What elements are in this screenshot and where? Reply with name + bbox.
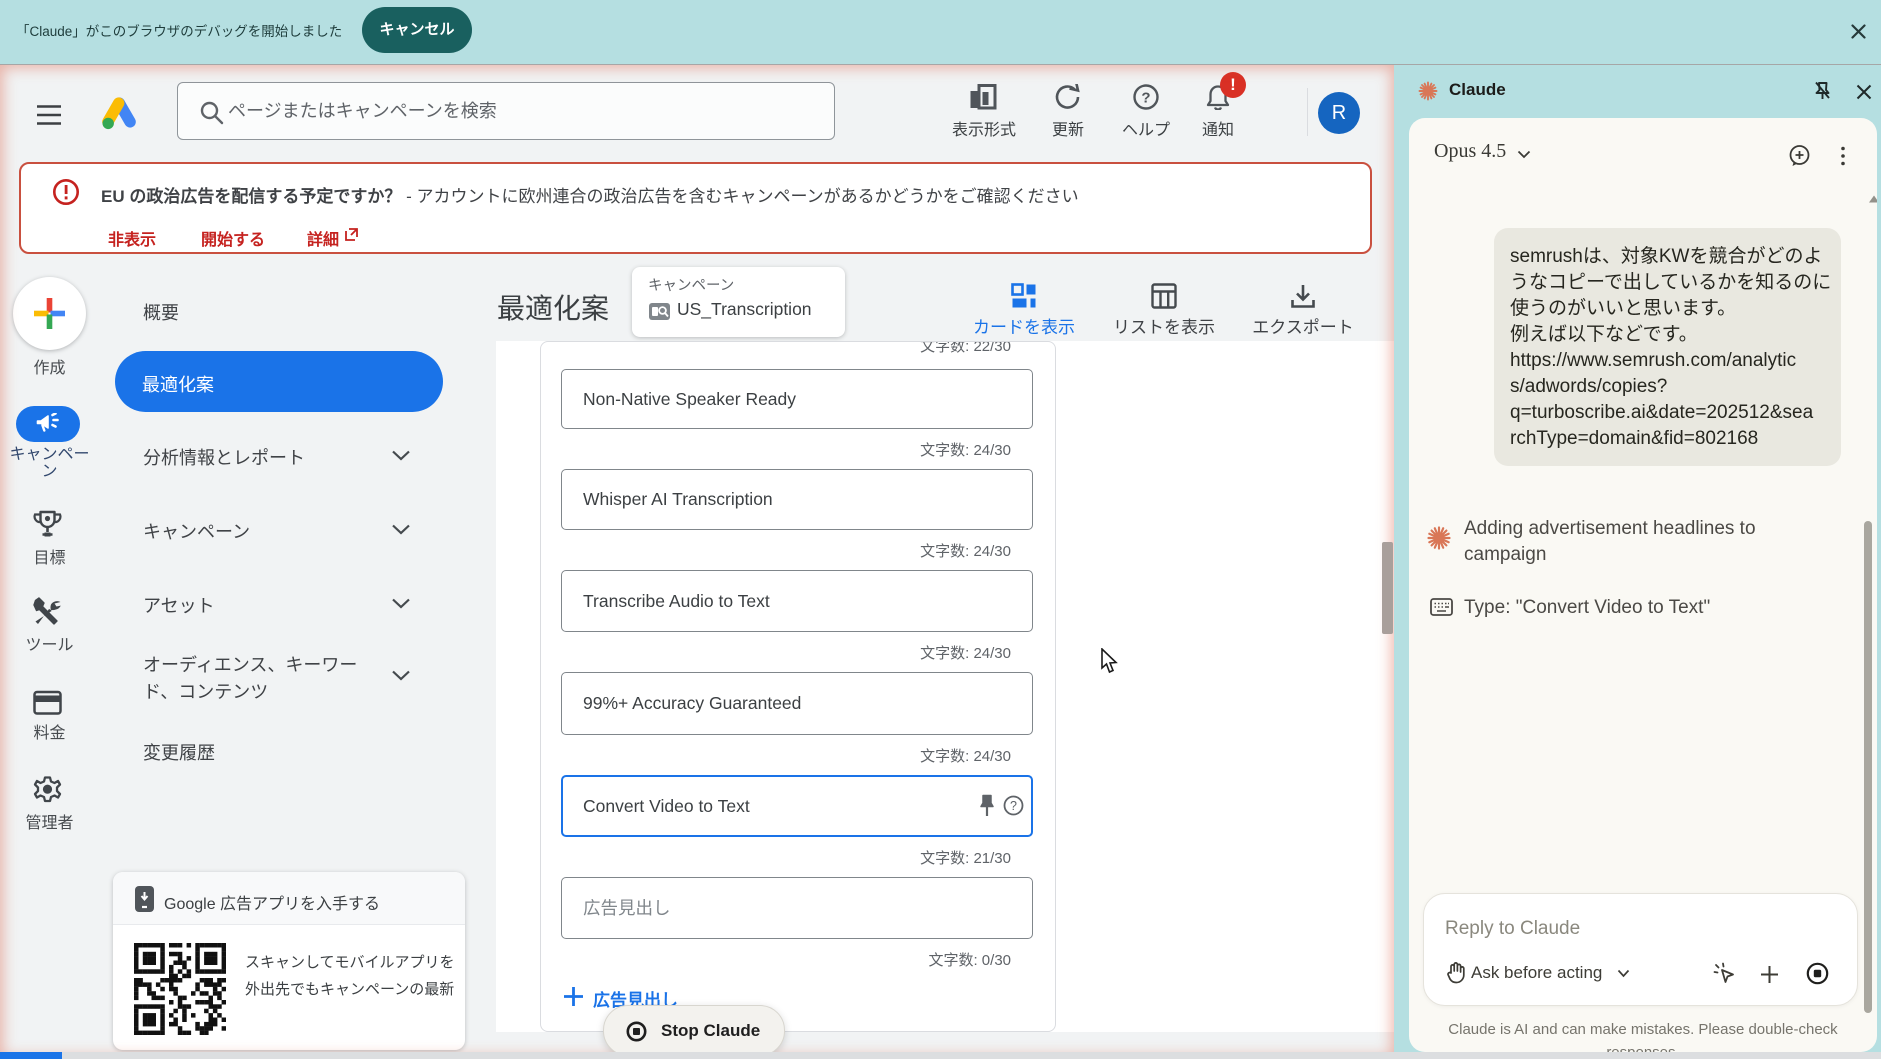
svg-text:?: ? (1010, 799, 1017, 813)
svg-text:?: ? (1141, 90, 1150, 107)
